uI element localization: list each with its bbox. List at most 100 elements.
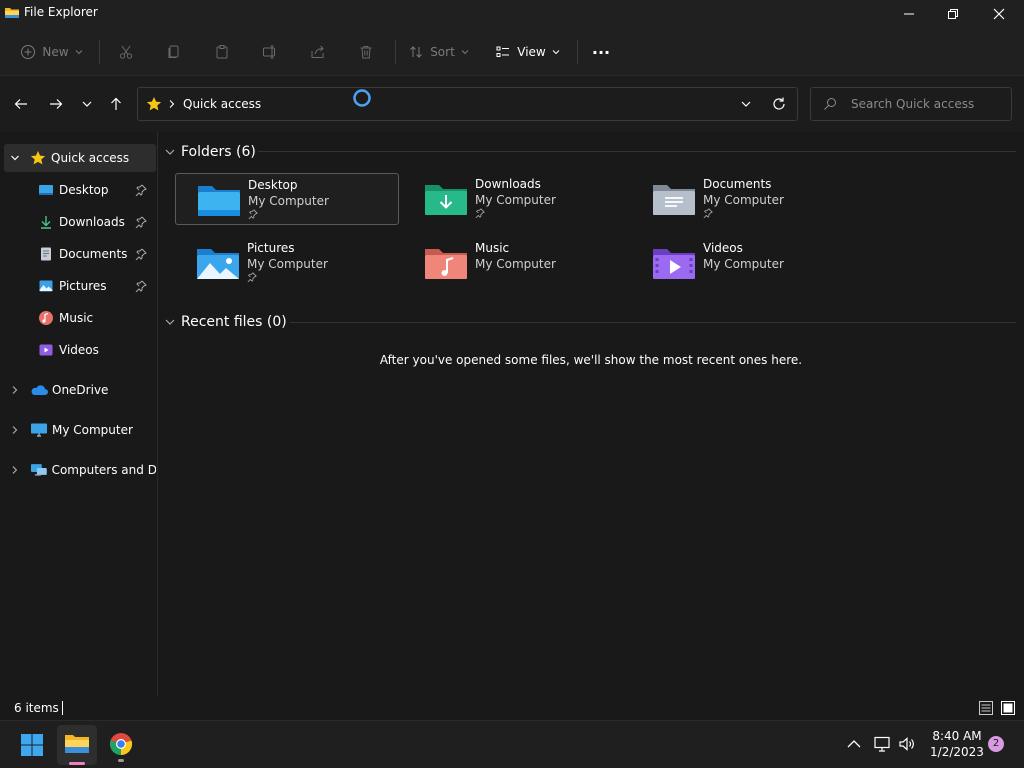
pin-icon[interactable] <box>135 184 147 196</box>
folder-name: Videos <box>703 241 743 255</box>
show-hidden-icons-button[interactable] <box>846 737 862 751</box>
recent-locations-button[interactable] <box>75 92 99 116</box>
folder-tile-desktop[interactable]: Desktop My Computer <box>175 173 399 225</box>
rename-icon <box>263 45 275 59</box>
folder-location: My Computer <box>703 193 784 207</box>
recent-files-empty-message: After you've opened some files, we'll sh… <box>379 353 803 367</box>
cut-button[interactable] <box>112 38 140 66</box>
folder-tile-pictures[interactable]: Pictures My Computer <box>175 237 399 289</box>
file-explorer-icon <box>4 5 20 21</box>
chevron-down-icon <box>75 50 82 55</box>
download-icon <box>41 216 51 229</box>
section-divider <box>290 322 1016 323</box>
star-icon <box>146 96 162 112</box>
trash-icon <box>360 46 372 59</box>
item-count: 6 items <box>14 701 59 715</box>
sidebar-item-pictures[interactable]: Pictures <box>0 272 156 300</box>
folder-tile-videos[interactable]: Videos My Computer <box>631 237 855 289</box>
view-button[interactable]: View <box>490 38 566 66</box>
chevron-right-icon <box>12 466 18 474</box>
volume-button[interactable] <box>898 735 916 753</box>
folder-name: Music <box>475 241 510 255</box>
sidebar-item-music[interactable]: Music <box>0 304 156 332</box>
pictures-folder-icon <box>195 243 241 283</box>
folders-section-header[interactable]: Folders (6) <box>164 144 256 160</box>
scissors-icon <box>119 45 133 59</box>
active-app-indicator <box>69 762 85 765</box>
sidebar-item-label: Quick access <box>51 151 130 165</box>
forward-button[interactable] <box>44 92 68 116</box>
copy-button[interactable] <box>160 38 188 66</box>
sidebar-item-videos[interactable]: Videos <box>0 336 156 364</box>
tiles-view-button[interactable] <box>1000 700 1016 716</box>
music-icon <box>39 311 53 325</box>
taskbar-file-explorer[interactable] <box>57 725 97 765</box>
close-icon <box>993 8 1005 20</box>
clock-time: 8:40 AM <box>932 729 982 743</box>
address-bar[interactable]: Quick access <box>137 87 798 121</box>
toolbar-divider <box>577 40 578 64</box>
delete-button[interactable] <box>352 38 380 66</box>
folder-tile-music[interactable]: Music My Computer <box>403 237 627 289</box>
search-input[interactable]: Search Quick access <box>810 87 1012 121</box>
restore-icon <box>948 9 958 19</box>
sidebar-item-downloads[interactable]: Downloads <box>0 208 156 236</box>
notification-badge[interactable]: 2 <box>988 736 1004 752</box>
downloads-folder-icon <box>423 179 469 219</box>
new-button[interactable]: New <box>16 38 88 66</box>
folder-tile-downloads[interactable]: Downloads My Computer <box>403 173 627 225</box>
taskbar-chrome[interactable] <box>109 732 133 762</box>
paste-button[interactable] <box>208 38 236 66</box>
chevron-down-icon <box>11 155 19 161</box>
pin-icon <box>247 272 257 282</box>
minimize-button[interactable] <box>886 0 932 28</box>
view-list-icon <box>496 46 510 57</box>
sort-button[interactable]: Sort <box>404 38 474 66</box>
start-button[interactable] <box>20 733 44 757</box>
search-placeholder: Search Quick access <box>851 97 975 111</box>
sidebar-item-desktop[interactable]: Desktop <box>0 176 156 204</box>
clock-date: 1/2/2023 <box>930 745 984 759</box>
folder-tile-documents[interactable]: Documents My Computer <box>631 173 855 225</box>
search-icon <box>823 97 837 111</box>
pin-icon[interactable] <box>135 248 147 260</box>
folder-location: My Computer <box>248 194 329 208</box>
pin-icon[interactable] <box>135 216 147 228</box>
close-button[interactable] <box>976 0 1022 28</box>
pin-icon[interactable] <box>135 280 147 292</box>
status-divider <box>62 701 63 715</box>
chevron-right-icon <box>12 386 18 394</box>
file-explorer-icon <box>65 735 89 753</box>
arrow-up-icon <box>111 97 121 110</box>
sidebar-item-documents[interactable]: Documents <box>0 240 156 268</box>
details-view-button[interactable] <box>978 700 994 716</box>
folder-location: My Computer <box>703 257 784 271</box>
breadcrumb-quick-access[interactable]: Quick access <box>183 97 261 111</box>
status-bar: 6 items <box>0 696 1024 720</box>
breadcrumb-chevron-icon <box>168 99 176 109</box>
sidebar-item-label: My Computer <box>52 423 133 437</box>
network-status-button[interactable] <box>873 735 891 753</box>
refresh-button[interactable] <box>771 96 787 112</box>
sidebar-item-quick-access[interactable]: Quick access <box>4 144 156 172</box>
sidebar-item-my-computer[interactable]: My Computer <box>0 416 156 444</box>
back-button[interactable] <box>9 92 33 116</box>
rename-button[interactable] <box>256 38 284 66</box>
address-history-dropdown[interactable] <box>740 98 752 110</box>
sidebar-item-onedrive[interactable]: OneDrive <box>0 376 156 404</box>
running-app-indicator <box>118 759 124 762</box>
share-button[interactable] <box>304 38 332 66</box>
more-options-button[interactable]: ··· <box>586 38 616 66</box>
details-view-icon <box>979 701 993 715</box>
star-icon <box>30 151 46 165</box>
desktop-icon <box>39 185 53 195</box>
recent-files-section-header[interactable]: Recent files (0) <box>164 314 287 330</box>
up-button[interactable] <box>104 92 128 116</box>
arrow-left-icon <box>14 99 27 109</box>
pin-icon <box>248 209 258 219</box>
clock-button[interactable]: 8:40 AM 1/2/2023 <box>928 728 986 760</box>
pin-icon <box>703 208 713 218</box>
sidebar-item-network[interactable]: Computers and Dev <box>0 456 156 484</box>
pin-icon <box>475 208 485 218</box>
maximize-button[interactable] <box>930 0 976 28</box>
